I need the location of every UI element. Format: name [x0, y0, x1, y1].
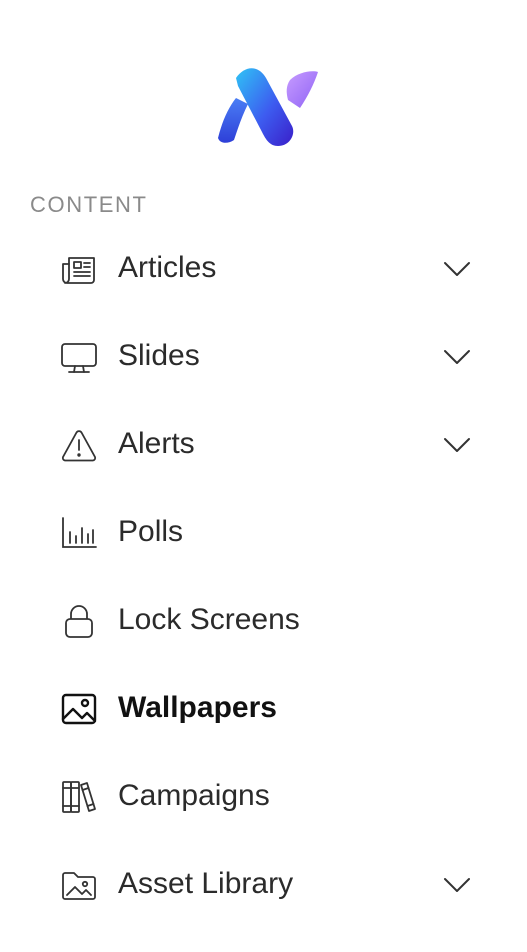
sidebar-item-label: Polls — [118, 515, 184, 548]
sidebar-item-articles[interactable]: Articles — [0, 224, 527, 312]
sidebar-nav: Articles Slides Alerts Polls Lock Screen… — [0, 224, 527, 928]
sidebar-item-label: Wallpapers — [118, 691, 277, 724]
brand-logo[interactable] — [214, 64, 322, 148]
image-icon — [60, 690, 98, 728]
warning-icon — [60, 426, 98, 464]
sidebar-item-label: Campaigns — [118, 779, 270, 812]
sidebar-item-wallpapers[interactable]: Wallpapers — [0, 664, 527, 752]
chevron-down-icon[interactable] — [440, 342, 474, 372]
sidebar-item-label: Articles — [118, 251, 217, 284]
chevron-down-icon[interactable] — [440, 430, 474, 460]
sidebar-item-label: Alerts — [118, 427, 195, 460]
sidebar-item-polls[interactable]: Polls — [0, 488, 527, 576]
chevron-down-icon[interactable] — [440, 254, 474, 284]
newspaper-icon — [60, 250, 98, 288]
sidebar-item-campaigns[interactable]: Campaigns — [0, 752, 527, 840]
folder-image-icon — [60, 866, 98, 904]
sidebar-item-label: Lock Screens — [118, 603, 300, 636]
monitor-icon — [60, 338, 98, 376]
sidebar-item-alerts[interactable]: Alerts — [0, 400, 527, 488]
bar-chart-icon — [60, 514, 98, 552]
sidebar-item-asset-library[interactable]: Asset Library — [0, 840, 527, 928]
sidebar-item-label: Asset Library — [118, 867, 294, 900]
sidebar-item-label: Slides — [118, 339, 200, 372]
chevron-down-icon[interactable] — [440, 870, 474, 900]
sidebar-item-lock-screens[interactable]: Lock Screens — [0, 576, 527, 664]
lock-icon — [60, 602, 98, 640]
section-label-content: CONTENT — [30, 192, 148, 217]
library-books-icon — [60, 778, 98, 816]
sidebar-item-slides[interactable]: Slides — [0, 312, 527, 400]
